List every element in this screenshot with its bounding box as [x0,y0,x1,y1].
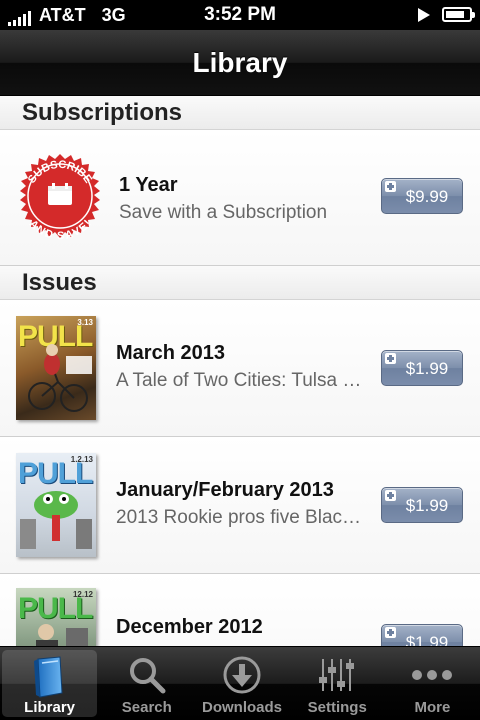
plus-icon [385,490,396,501]
battery-icon [442,7,475,22]
subscription-row[interactable]: SUBSCRIBE AND SAVE! 1 Year Save with a S… [0,130,480,266]
tab-label: More [414,699,451,716]
tab-label: Search [121,699,172,716]
issue-row[interactable]: PULL 1.2.13 January/February 2013 2013 R… [0,437,480,574]
subscription-title: 1 Year [119,174,178,196]
tab-label: Settings [307,699,367,716]
tab-bar: Library Search Downloads Settings More [0,646,480,720]
tab-search[interactable]: Search [99,647,194,720]
search-icon [129,658,166,694]
issue-price-button[interactable]: $1.99 [381,350,463,386]
cover-art [36,624,88,646]
plus-icon [385,181,396,192]
price-label: $1.99 [405,633,449,646]
status-time: 3:52 PM [204,4,276,25]
issue-row[interactable]: PULL 3.13 March 2013 A Tale of Two Citie… [0,300,480,437]
subscription-subtitle: Save with a Subscription [119,202,328,223]
issue-price-button[interactable]: $1.99 [381,487,463,523]
section-header-subscriptions: Subscriptions [0,96,480,130]
issue-row[interactable]: PULL 12.12 December 2012 $1.99 [0,574,480,646]
price-label: $9.99 [405,187,449,206]
tab-more[interactable]: More [385,647,480,720]
issue-price-button[interactable]: $1.99 [381,624,463,646]
magazine-cover-image: PULL 1.2.13 [16,453,96,557]
magazine-cover-image: PULL 12.12 [16,588,96,646]
price-label: $1.99 [405,359,449,378]
cover-art [20,491,92,549]
cover-art [28,344,92,412]
tab-label: Library [24,699,76,716]
tab-library[interactable]: Library [2,650,98,717]
book-icon [33,656,63,698]
subscription-price-button[interactable]: $9.99 [381,178,463,214]
status-right [418,7,475,22]
issue-title: December 2012 [116,616,263,638]
price-label: $1.99 [405,496,449,515]
play-icon [418,7,430,22]
more-icon [412,670,453,680]
issue-title: March 2013 [116,342,225,364]
tab-settings[interactable]: Settings [290,647,385,720]
status-bar: AT&T 3G 3:52 PM [0,0,480,30]
magazine-cover-image: PULL 3.13 [16,316,96,420]
download-icon [223,656,261,694]
subscribe-badge-icon: SUBSCRIBE AND SAVE! [20,154,100,242]
page-title: Library [192,47,288,78]
issue-subtitle: 2013 Rookie pros five Black Bikes [116,507,366,528]
issue-subtitle: A Tale of Two Cities: Tulsa and Wichita [116,370,366,391]
section-header-issues: Issues [0,266,480,300]
library-list[interactable]: Subscriptions SUBSCRIBE AND SAVE! 1 Year… [0,96,480,646]
tab-label: Downloads [202,699,283,716]
navigation-bar: Library [0,30,480,96]
plus-icon [385,353,396,364]
plus-icon [385,627,396,638]
sliders-icon [319,659,355,691]
issue-title: January/February 2013 [116,479,334,501]
tab-downloads[interactable]: Downloads [194,647,289,720]
